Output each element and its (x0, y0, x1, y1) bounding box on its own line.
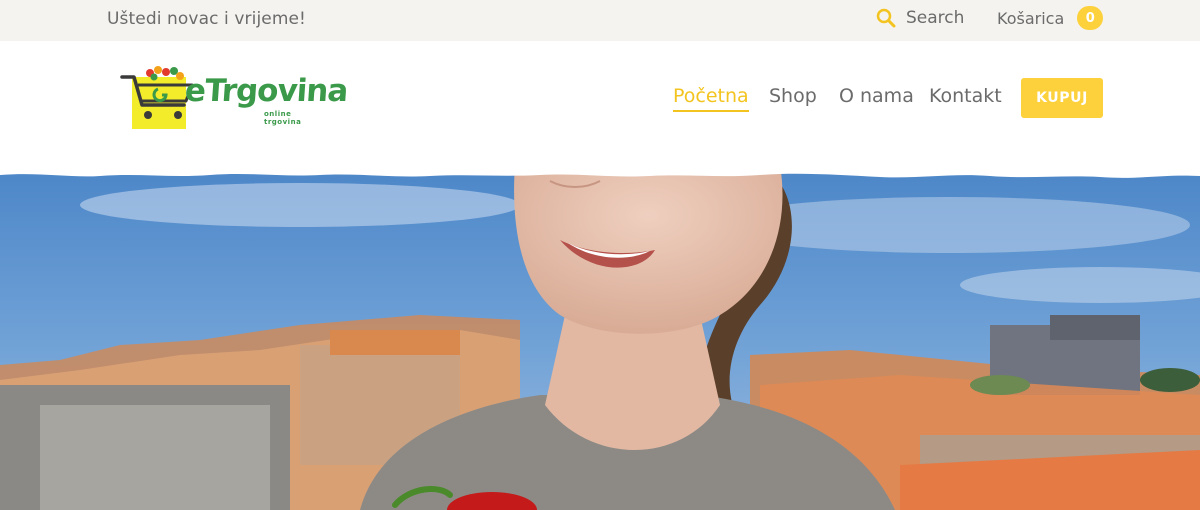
top-bar: Uštedi novac i vrijeme! Search Košarica … (0, 0, 1200, 41)
hero-banner (0, 165, 1200, 510)
kupuj-button[interactable]: KUPUJ (1021, 78, 1103, 118)
cart-link[interactable]: Košarica 0 (997, 6, 1104, 30)
cart-count-badge: 0 (1077, 6, 1104, 30)
logo-wordmark: eTrgovina (183, 73, 349, 109)
cart-label: Košarica (997, 8, 1065, 28)
nav-item-o-nama[interactable]: O nama (839, 85, 914, 107)
logo-subtitle: online trgovina (264, 110, 302, 126)
site-logo[interactable]: eTrgovina online trgovina (120, 63, 349, 133)
nav-item-shop[interactable]: Shop (769, 85, 817, 107)
search-label: Search (906, 8, 965, 28)
search-icon (876, 8, 896, 28)
tagline: Uštedi novac i vrijeme! (107, 9, 306, 29)
search-button[interactable]: Search (876, 7, 964, 29)
nav-item-pocetna[interactable]: Početna (673, 85, 749, 112)
hero-image (0, 165, 1200, 510)
torn-paper-edge (0, 150, 1200, 178)
nav-item-kontakt[interactable]: Kontakt (929, 85, 1002, 107)
